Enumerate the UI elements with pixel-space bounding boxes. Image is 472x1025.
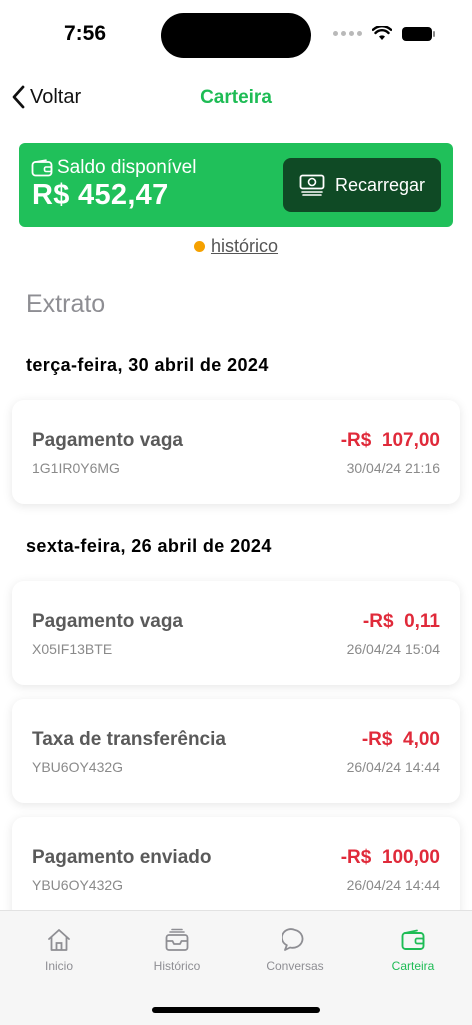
transaction-datetime: 26/04/24 15:04: [346, 641, 440, 657]
tab-inicio[interactable]: Inicio: [14, 927, 104, 973]
date-heading: terça-feira, 30 abril de 2024: [26, 355, 269, 375]
wifi-icon: [372, 26, 392, 40]
status-time: 7:56: [64, 22, 107, 45]
tab-conversas[interactable]: Conversas: [250, 927, 340, 973]
transaction-card[interactable]: Pagamento vaga 1G1IR0Y6MG -R$ 107,00 30/…: [12, 400, 460, 504]
transaction-amount: -R$ 4,00: [361, 729, 440, 750]
page-title: Carteira: [200, 87, 272, 108]
inbox-icon: [165, 928, 189, 951]
wallet-icon: [31, 159, 53, 177]
tab-carteira[interactable]: Carteira: [368, 927, 458, 973]
transaction-title: Pagamento vaga: [32, 430, 183, 451]
transaction-datetime: 26/04/24 14:44: [346, 877, 440, 893]
transaction-datetime: 30/04/24 21:16: [346, 460, 440, 476]
transaction-card[interactable]: Pagamento vaga X05IF13BTE -R$ 0,11 26/04…: [12, 581, 460, 685]
statement-title: Extrato: [26, 290, 106, 318]
cash-icon: [299, 174, 325, 196]
signal-icon: [333, 31, 362, 36]
home-indicator: [152, 1007, 320, 1013]
transaction-title: Pagamento enviado: [32, 847, 212, 868]
status-bar: 7:56: [0, 0, 472, 70]
transaction-card[interactable]: Pagamento enviado YBU6OY432G -R$ 100,00 …: [12, 817, 460, 921]
transaction-code: YBU6OY432G: [32, 759, 124, 775]
history-link[interactable]: histórico: [0, 236, 472, 257]
chat-bubble-icon: [282, 928, 304, 951]
tab-historico[interactable]: Histórico: [132, 927, 222, 973]
balance-label: Saldo disponível: [57, 157, 197, 178]
dynamic-island: [161, 13, 311, 58]
tab-label: Carteira: [391, 959, 435, 973]
balance-value: R$ 452,47: [32, 179, 169, 211]
tab-label: Inicio: [44, 959, 73, 973]
balance-card: Saldo disponível R$ 452,47 Recarregar: [19, 143, 453, 227]
status-icons: [333, 26, 435, 41]
transaction-code: X05IF13BTE: [32, 641, 113, 657]
history-link-label: histórico: [210, 236, 279, 256]
tab-label: Histórico: [153, 959, 201, 973]
transaction-code: YBU6OY432G: [32, 877, 124, 893]
transaction-amount: -R$ 100,00: [340, 847, 440, 868]
balance-label-row: Saldo disponível: [31, 157, 196, 179]
transaction-card[interactable]: Taxa de transferência YBU6OY432G -R$ 4,0…: [12, 699, 460, 803]
recharge-button[interactable]: Recarregar: [283, 158, 441, 212]
transaction-amount: -R$ 0,11: [362, 611, 440, 632]
transaction-amount: -R$ 107,00: [340, 430, 440, 451]
tab-label: Conversas: [266, 959, 324, 973]
status-dot-icon: [193, 241, 205, 252]
date-heading: sexta-feira, 26 abril de 2024: [26, 536, 272, 556]
transaction-datetime: 26/04/24 14:44: [346, 759, 440, 775]
transaction-title: Taxa de transferência: [32, 729, 226, 750]
transaction-code: 1G1IR0Y6MG: [32, 460, 120, 476]
transaction-title: Pagamento vaga: [32, 611, 183, 632]
nav-bar: Voltar Carteira: [0, 80, 472, 116]
wallet-icon: [401, 929, 425, 950]
recharge-label: Recarregar: [334, 174, 426, 195]
battery-icon: [402, 26, 435, 41]
home-icon: [48, 929, 70, 951]
